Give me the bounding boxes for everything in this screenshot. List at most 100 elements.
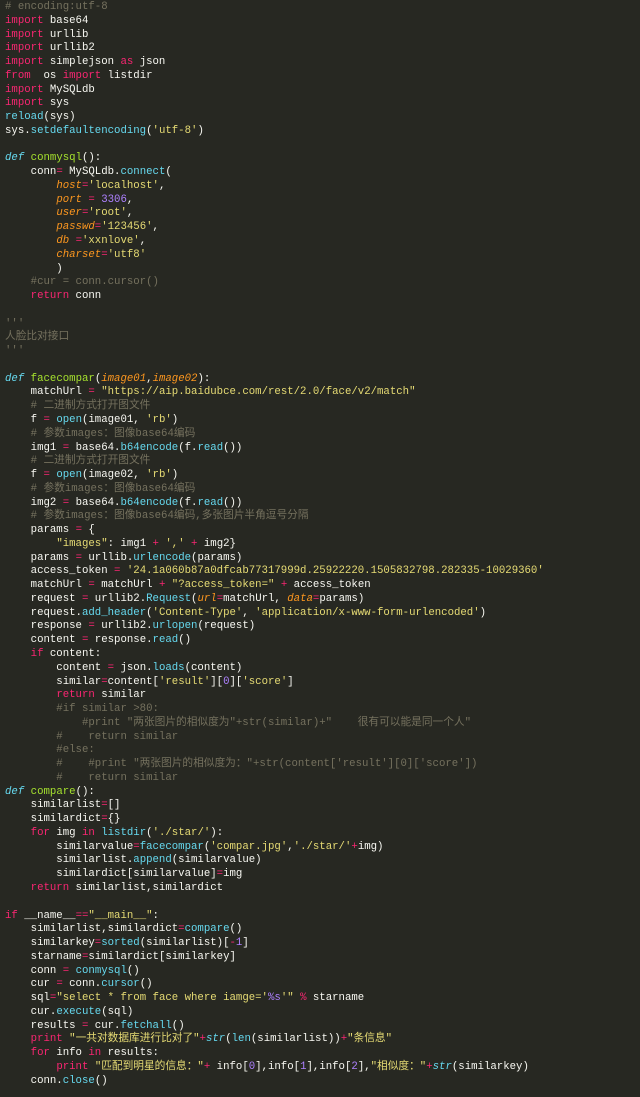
code-line[interactable]: sql="select * from face where iamge='%s'… [0,992,640,1006]
code-text: sys. [5,124,31,137]
code-text: info[ [210,1060,249,1073]
code-line[interactable]: similarkey=sorted(similarlist)[-1] [0,937,640,951]
code-line[interactable]: def compare(): [0,786,640,800]
code-line[interactable]: #print "两张图片的相似度为"+str(similar)+" 很有可以能是… [0,717,640,731]
code-line[interactable]: host='localhost', [0,180,640,194]
code-line[interactable]: conn= MySQLdb.connect( [0,166,640,180]
code-line[interactable]: return similarlist,similardict [0,882,640,896]
def-keyword: def [5,152,25,165]
code-line[interactable]: similardict={} [0,813,640,827]
code-line[interactable]: ''' [0,318,640,332]
code-line[interactable]: #if similar >80: [0,703,640,717]
code-line[interactable]: passwd='123456', [0,221,640,235]
code-line[interactable]: for img in listdir('./star/'): [0,827,640,841]
code-line[interactable]: def facecompar(image01,image02): [0,373,640,387]
comment: # 参数images：图像base64编码 [5,427,196,440]
code-text: cur [5,978,57,991]
code-line[interactable]: for info in results: [0,1047,640,1061]
code-editor[interactable]: # encoding:utf-8 import base64 import urll… [0,0,640,1097]
code-line[interactable]: print "一共对数据库进行比对了"+str(len(similarlist)… [0,1033,640,1047]
code-line[interactable]: f = open(image01, 'rb') [0,414,640,428]
code-line[interactable]: request.add_header('Content-Type', 'appl… [0,607,640,621]
code-line[interactable]: cur.execute(sql) [0,1006,640,1020]
code-line[interactable]: access_token = '24.1a060b87a0dfcab773179… [0,565,640,579]
code-line[interactable]: starname=similardict[similarkey] [0,951,640,965]
builtin-call: connect [120,166,166,179]
code-line[interactable]: import MySQLdb [0,84,640,98]
code-line[interactable]: similar=content['result'][0]['score'] [0,676,640,690]
code-line[interactable]: ''' [0,345,640,359]
parameter: charset [56,248,102,261]
code-text: conn. [5,1074,63,1087]
code-line[interactable]: ) [0,263,640,277]
code-line[interactable]: import urllib [0,29,640,43]
code-line[interactable]: #cur = conn.cursor() [0,276,640,290]
string-literal: '123456' [101,221,153,234]
code-line[interactable]: db ='xxnlove', [0,235,640,249]
code-text: , [158,179,166,192]
code-line[interactable]: # 参数images：图像base64编码,多张图片半角逗号分隔 [0,510,640,524]
code-line[interactable]: content = response.read() [0,634,640,648]
code-line[interactable]: matchUrl = "https://aip.baidubce.com/res… [0,386,640,400]
code-line[interactable]: # #print "两张图片的相似度为："+str(content['resul… [0,758,640,772]
code-line[interactable]: similarlist.append(similarvalue) [0,854,640,868]
code-line[interactable]: conn = conmysql() [0,965,640,979]
code-line[interactable]: # encoding:utf-8 [0,1,640,15]
code-line[interactable]: cur = conn.cursor() [0,978,640,992]
code-line[interactable]: reload(sys) [0,111,640,125]
code-line[interactable]: # 二进制方式打开图文件 [0,400,640,414]
code-line[interactable]: import sys [0,97,640,111]
code-line[interactable]: f = open(image02, 'rb') [0,469,640,483]
code-line[interactable]: img2 = base64.b64encode(f.read()) [0,497,640,511]
code-line[interactable]: response = urllib2.urlopen(request) [0,620,640,634]
code-line[interactable]: return conn [0,290,640,304]
code-line[interactable]: from os import listdir [0,70,640,84]
code-line[interactable]: similardict[similarvalue]=img [0,868,640,882]
code-line[interactable]: import simplejson as json [0,56,640,70]
code-line[interactable]: import base64 [0,15,640,29]
code-line[interactable]: conn.close() [0,1075,640,1089]
code-line[interactable]: # return similar [0,731,640,745]
code-line[interactable] [0,139,640,153]
code-line[interactable]: matchUrl = matchUrl + "?access_token=" +… [0,579,640,593]
code-line[interactable] [0,304,640,318]
code-line[interactable]: similarlist=[] [0,799,640,813]
code-line[interactable]: user='root', [0,207,640,221]
code-line[interactable]: "images": img1 + ',' + img2} [0,538,640,552]
code-line[interactable]: return similar [0,689,640,703]
code-line[interactable]: similarlist,similardict=compare() [0,923,640,937]
code-line[interactable]: # 参数images：图像base64编码 [0,483,640,497]
code-line[interactable]: params = urllib.urlencode(params) [0,552,640,566]
code-line[interactable]: # return similar [0,772,640,786]
code-line[interactable]: # 二进制方式打开图文件 [0,455,640,469]
code-line[interactable]: if __name__=="__main__": [0,910,640,924]
code-line[interactable]: import urllib2 [0,42,640,56]
code-line[interactable]: img1 = base64.b64encode(f.read()) [0,442,640,456]
code-line[interactable]: print "匹配到明星的信息："+ info[0],info[1],info[… [0,1061,640,1075]
code-line[interactable]: # 参数images：图像base64编码 [0,428,640,442]
code-line[interactable]: params = { [0,524,640,538]
code-line[interactable]: content = json.loads(content) [0,662,640,676]
code-line[interactable]: if content: [0,648,640,662]
code-line[interactable]: charset='utf8' [0,249,640,263]
code-line[interactable]: port = 3306, [0,194,640,208]
code-text: access_token [287,579,371,592]
code-line[interactable]: similarvalue=facecompar('compar.jpg','./… [0,841,640,855]
code-line[interactable]: sys.setdefaultencoding('utf-8') [0,125,640,139]
code-line[interactable] [0,896,640,910]
keyword: import [5,14,44,27]
code-line[interactable]: #else: [0,744,640,758]
keyword: if [30,647,44,660]
code-text: urllib [43,28,89,41]
code-line[interactable]: def conmysql(): [0,152,640,166]
code-line[interactable] [0,359,640,373]
comment: # 参数images：图像base64编码,多张图片半角逗号分隔 [5,510,309,523]
code-line[interactable]: results = cur.fetchall() [0,1020,640,1034]
builtin-call: execute [56,1005,102,1018]
string-literal: '24.1a060b87a0dfcab77317999d.25922220.15… [126,565,544,578]
code-line[interactable]: 人脸比对接口 [0,331,640,345]
code-line[interactable]: request = urllib2.Request(url=matchUrl, … [0,593,640,607]
